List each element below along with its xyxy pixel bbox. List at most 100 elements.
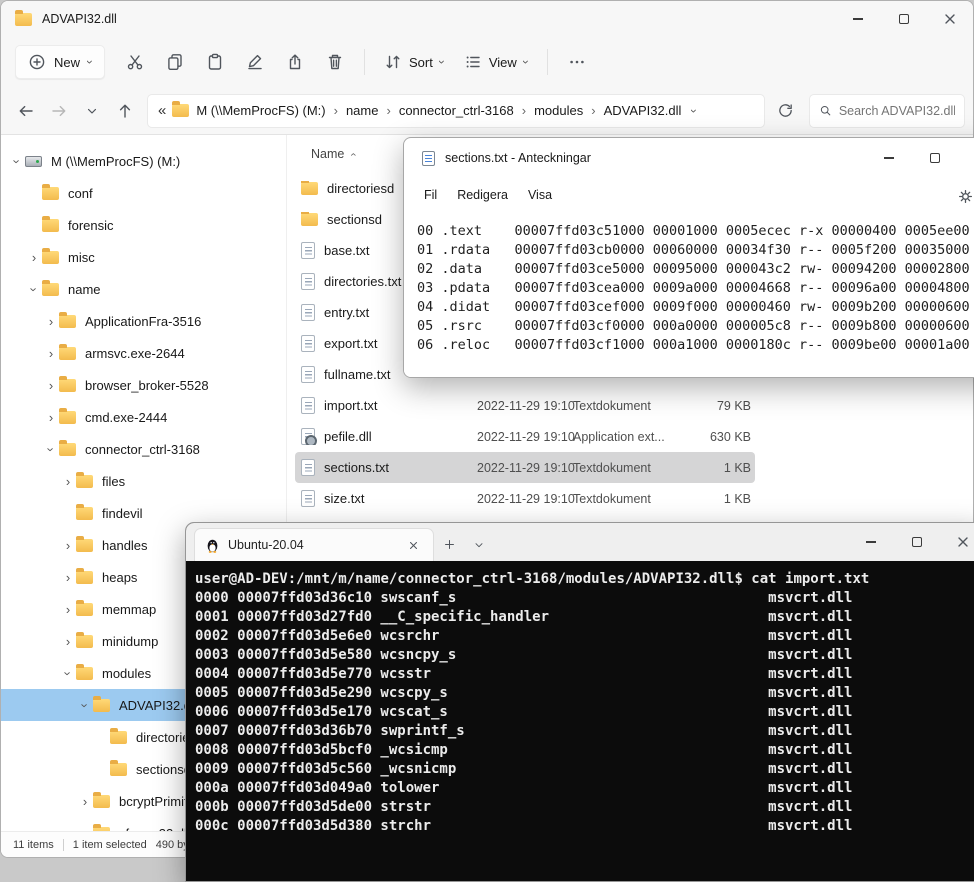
- delete-button[interactable]: [315, 44, 355, 80]
- chevron-down-icon[interactable]: ›: [11, 153, 24, 169]
- chevron-right-icon[interactable]: ›: [43, 347, 59, 360]
- settings-button[interactable]: [952, 183, 974, 209]
- recent-locations-button[interactable]: [75, 94, 108, 127]
- chevron-right-icon[interactable]: ›: [60, 571, 76, 584]
- chevron-down-icon: ›: [436, 60, 448, 64]
- plus-circle-icon: [28, 53, 46, 71]
- breadcrumb-item-advapi32-dll[interactable]: ADVAPI32.dll: [601, 99, 685, 122]
- import-library: msvcrt.dll: [768, 665, 852, 684]
- chevron-right-icon[interactable]: ›: [77, 795, 93, 808]
- import-address: 00007ffd03d5de00: [237, 798, 380, 817]
- search-input[interactable]: [839, 104, 955, 118]
- chevron-down-icon: ›: [520, 60, 532, 64]
- back-button[interactable]: [9, 94, 42, 127]
- new-button[interactable]: New ›: [15, 45, 105, 79]
- maximize-button[interactable]: [881, 1, 927, 37]
- tab-close-button[interactable]: [403, 535, 423, 555]
- up-button[interactable]: [108, 94, 141, 127]
- maximize-button[interactable]: [894, 523, 940, 561]
- file-row-pefile-dll[interactable]: pefile.dll2022-11-29 19:10Application ex…: [295, 421, 755, 452]
- rename-button[interactable]: [235, 44, 275, 80]
- file-row-sections-txt[interactable]: sections.txt2022-11-29 19:10Textdokument…: [295, 452, 755, 483]
- import-function: wcsstr: [380, 665, 768, 684]
- sidebar-item-label: forensic: [68, 218, 114, 233]
- share-button[interactable]: [275, 44, 315, 80]
- breadcrumb-item-name[interactable]: name: [343, 99, 382, 122]
- notepad-document-icon: [422, 151, 435, 166]
- copy-button[interactable]: [155, 44, 195, 80]
- import-address: 00007ffd03d36c10: [237, 589, 380, 608]
- breadcrumb-item-modules[interactable]: modules: [531, 99, 586, 122]
- import-table-row: 000200007ffd03d5e6e0wcsrchrmsvcrt.dll: [195, 627, 974, 646]
- sidebar-item-armsvc-exe-2644[interactable]: ›armsvc.exe-2644: [1, 337, 286, 369]
- sidebar-item-browser-broker-5528[interactable]: ›browser_broker-5528: [1, 369, 286, 401]
- chevron-right-icon[interactable]: ›: [60, 635, 76, 648]
- breadcrumb-item-connector-ctrl-3168[interactable]: connector_ctrl-3168: [396, 99, 517, 122]
- sidebar-item-m-memprocfs-m[interactable]: ›M (\\MemProcFS) (M:): [1, 145, 286, 177]
- folder-icon: [93, 699, 110, 712]
- menu-fil[interactable]: Fil: [414, 182, 447, 208]
- notepad-text-area[interactable]: 00 .text 00007ffd03c51000 00001000 0005e…: [404, 212, 974, 377]
- paste-button[interactable]: [195, 44, 235, 80]
- address-bar: « M (\\MemProcFS) (M:)›name›connector_ct…: [1, 87, 973, 135]
- forward-button[interactable]: [42, 94, 75, 127]
- minimize-button[interactable]: [835, 1, 881, 37]
- import-table-row: 000000007ffd03d36c10swscanf_smsvcrt.dll: [195, 589, 974, 608]
- minimize-button[interactable]: [866, 138, 912, 178]
- share-icon: [286, 53, 304, 71]
- menu-visa[interactable]: Visa: [518, 182, 562, 208]
- menu-redigera[interactable]: Redigera: [447, 182, 518, 208]
- breadcrumb-item-m-memprocfs-m[interactable]: M (\\MemProcFS) (M:): [193, 99, 328, 122]
- file-row-import-txt[interactable]: import.txt2022-11-29 19:10Textdokument79…: [295, 390, 755, 421]
- sidebar-item-forensic[interactable]: forensic: [1, 209, 286, 241]
- import-function: wcsncpy_s: [380, 646, 768, 665]
- chevron-right-icon[interactable]: ›: [60, 603, 76, 616]
- chevron-down-icon[interactable]: ›: [62, 665, 75, 681]
- chevron-right-icon[interactable]: ›: [43, 315, 59, 328]
- sidebar-item-label: heaps: [102, 570, 137, 585]
- chevron-right-icon[interactable]: ›: [43, 379, 59, 392]
- sidebar-item-name[interactable]: ›name: [1, 273, 286, 305]
- chevron-down-icon[interactable]: ›: [79, 697, 92, 713]
- sidebar-item-conf[interactable]: conf: [1, 177, 286, 209]
- sidebar-item-files[interactable]: ›files: [1, 465, 286, 497]
- sidebar-item-cmd-exe-2444[interactable]: ›cmd.exe-2444: [1, 401, 286, 433]
- close-button[interactable]: [958, 138, 974, 178]
- file-row-size-txt[interactable]: size.txt2022-11-29 19:10Textdokument1 KB: [295, 483, 755, 514]
- close-button[interactable]: [940, 523, 974, 561]
- sidebar-item-connector-ctrl-3168[interactable]: ›connector_ctrl-3168: [1, 433, 286, 465]
- sidebar-item-applicationfra-3516[interactable]: ›ApplicationFra-3516: [1, 305, 286, 337]
- breadcrumb[interactable]: « M (\\MemProcFS) (M:)›name›connector_ct…: [147, 94, 765, 128]
- chevron-down-icon[interactable]: ›: [45, 441, 58, 457]
- breadcrumb-overflow-icon[interactable]: «: [158, 102, 166, 119]
- close-button[interactable]: [927, 1, 973, 37]
- view-button[interactable]: View ›: [454, 44, 538, 80]
- copy-icon: [166, 53, 184, 71]
- explorer-titlebar: ADVAPI32.dll: [1, 1, 973, 37]
- see-more-button[interactable]: [557, 44, 597, 80]
- chevron-right-icon[interactable]: ›: [26, 251, 42, 264]
- tab-dropdown-button[interactable]: [464, 528, 494, 561]
- import-address: 00007ffd03d5d380: [237, 817, 380, 836]
- chevron-down-icon[interactable]: ›: [688, 109, 700, 113]
- minimize-icon: [853, 18, 863, 19]
- file-name-cell: size.txt: [295, 490, 477, 507]
- chevron-right-icon[interactable]: ›: [60, 475, 76, 488]
- terminal-tab-ubuntu[interactable]: Ubuntu-20.04: [194, 528, 434, 561]
- maximize-button[interactable]: [912, 138, 958, 178]
- terminal-output[interactable]: user@AD-DEV:/mnt/m/name/connector_ctrl-3…: [186, 561, 974, 881]
- import-index: 0000: [195, 589, 237, 608]
- chevron-right-icon[interactable]: ›: [60, 539, 76, 552]
- new-tab-button[interactable]: [434, 528, 464, 561]
- minimize-button[interactable]: [848, 523, 894, 561]
- sort-button[interactable]: Sort ›: [374, 44, 454, 80]
- refresh-button[interactable]: [769, 95, 801, 127]
- chevron-down-icon[interactable]: ›: [28, 281, 41, 297]
- chevron-right-icon[interactable]: ›: [43, 411, 59, 424]
- rename-icon: [246, 53, 264, 71]
- file-name: size.txt: [324, 491, 364, 506]
- sidebar-item-label: findevil: [102, 506, 142, 521]
- sidebar-item-misc[interactable]: ›misc: [1, 241, 286, 273]
- cut-button[interactable]: [115, 44, 155, 80]
- file-size: 79 KB: [699, 399, 755, 413]
